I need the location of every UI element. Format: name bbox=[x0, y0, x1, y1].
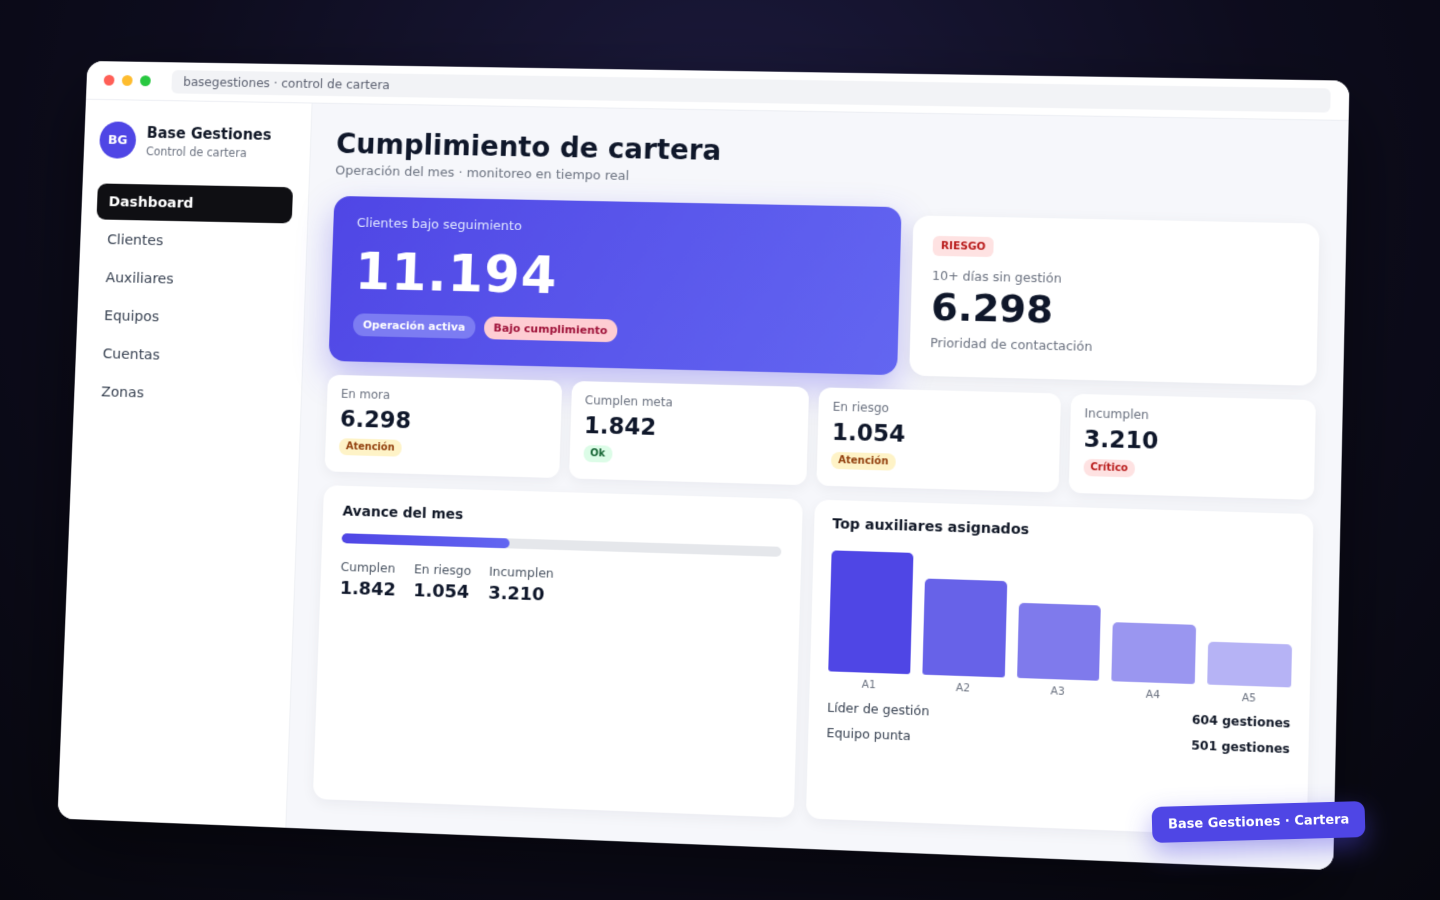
stat-card-en-mora: En mora 6.298 Atención bbox=[325, 375, 562, 478]
stat-value: 6.298 bbox=[340, 407, 547, 438]
stat-label: En riesgo bbox=[832, 400, 1045, 420]
close-window-icon[interactable] bbox=[104, 75, 115, 86]
status-pill-active: Operación activa bbox=[353, 313, 476, 339]
progress-stat-value: 3.210 bbox=[488, 583, 554, 606]
top-auxiliares-card: Top auxiliares asignados A1 A2 A3 A4 A5 Líde… bbox=[806, 500, 1314, 839]
progress-stat-value: 1.054 bbox=[413, 580, 471, 603]
stat-label: Cumplen meta bbox=[585, 393, 795, 412]
bar-a4[interactable] bbox=[1112, 622, 1197, 684]
progress-stat-incumplen: Incumplen 3.210 bbox=[488, 564, 554, 606]
leader-value: 604 gestiones bbox=[1192, 713, 1291, 732]
stat-label: En mora bbox=[341, 387, 548, 406]
bar-a1[interactable] bbox=[828, 550, 913, 674]
progress-stat-cumplen: Cumplen 1.842 bbox=[340, 559, 397, 601]
bar-a3[interactable] bbox=[1017, 603, 1102, 681]
team-label: Equipo punta bbox=[826, 725, 911, 743]
sidebar-nav: Dashboard Clientes Auxiliares Equipos Cu… bbox=[89, 183, 293, 415]
bar-column-a5 bbox=[1207, 642, 1292, 688]
stat-card-en-riesgo: En riesgo 1.054 Atención bbox=[816, 387, 1060, 492]
progress-title: Avance del mes bbox=[342, 504, 782, 533]
stat-value: 1.054 bbox=[832, 420, 1046, 452]
bar-label-a4: A4 bbox=[1111, 687, 1195, 702]
status-badge: Crítico bbox=[1083, 459, 1135, 478]
sidebar-item-dashboard[interactable]: Dashboard bbox=[96, 183, 293, 223]
stat-value: 1.842 bbox=[584, 413, 795, 445]
app-window: basegestiones · control de cartera BG Ba… bbox=[57, 61, 1349, 870]
progress-stat-value: 1.842 bbox=[340, 578, 396, 601]
status-badge: Atención bbox=[831, 452, 896, 471]
sidebar-item-zonas[interactable]: Zonas bbox=[89, 373, 286, 414]
risk-badge: RIESGO bbox=[933, 236, 994, 257]
footer-brand-label: Base Gestiones · Cartera bbox=[1168, 812, 1350, 832]
maximize-window-icon[interactable] bbox=[140, 75, 151, 86]
status-badge: Ok bbox=[583, 445, 612, 463]
progress-stat-label: En riesgo bbox=[414, 561, 472, 578]
progress-stat-label: Incumplen bbox=[489, 564, 554, 581]
bar-a5[interactable] bbox=[1207, 642, 1292, 688]
progress-stat-en-riesgo: En riesgo 1.054 bbox=[413, 561, 472, 603]
stat-card-cumplen-meta: Cumplen meta 1.842 Ok bbox=[569, 381, 810, 485]
hero-value: 11.194 bbox=[354, 242, 876, 313]
hero-label: Clientes bajo seguimiento bbox=[357, 216, 877, 242]
progress-track bbox=[342, 533, 782, 557]
brand-subtitle: Control de cartera bbox=[146, 144, 271, 160]
footer-brand-badge: Base Gestiones · Cartera bbox=[1152, 801, 1366, 843]
status-pill-low: Bajo cumplimiento bbox=[483, 316, 617, 342]
stat-card-incumplen: Incumplen 3.210 Crítico bbox=[1068, 394, 1316, 500]
sidebar: BG Base Gestiones Control de cartera Das… bbox=[57, 100, 312, 828]
risk-value: 6.298 bbox=[931, 285, 1298, 338]
bar-label-a1: A1 bbox=[828, 677, 910, 692]
team-row: Equipo punta 501 gestiones bbox=[826, 725, 1290, 757]
sidebar-item-clientes[interactable]: Clientes bbox=[95, 221, 292, 261]
hero-card: Clientes bajo seguimiento 11.194 Operaci… bbox=[329, 196, 902, 375]
bar-label-a5: A5 bbox=[1207, 691, 1291, 706]
team-value: 501 gestiones bbox=[1191, 738, 1290, 757]
stat-value: 3.210 bbox=[1084, 426, 1301, 458]
bar-chart bbox=[828, 546, 1294, 687]
progress-fill bbox=[342, 533, 510, 548]
leader-label: Líder de gestión bbox=[827, 700, 930, 719]
bar-a2[interactable] bbox=[922, 579, 1007, 678]
bar-column-a4 bbox=[1112, 622, 1197, 684]
stat-label: Incumplen bbox=[1084, 406, 1301, 426]
avatar: BG bbox=[99, 121, 137, 159]
brand: BG Base Gestiones Control de cartera bbox=[99, 121, 295, 162]
stat-cards: En mora 6.298 Atención Cumplen meta 1.84… bbox=[325, 375, 1316, 500]
main-content: Cumplimiento de cartera Operación del me… bbox=[286, 104, 1348, 871]
bar-label-a2: A2 bbox=[922, 681, 1005, 696]
bar-label-a3: A3 bbox=[1016, 684, 1099, 699]
risk-card: RIESGO 10+ días sin gestión 6.298 Priori… bbox=[909, 215, 1319, 385]
bar-column-a3 bbox=[1017, 603, 1102, 681]
minimize-window-icon[interactable] bbox=[122, 75, 133, 86]
sidebar-item-cuentas[interactable]: Cuentas bbox=[90, 335, 287, 376]
status-badge: Atención bbox=[339, 438, 402, 457]
risk-note: Prioridad de contactación bbox=[930, 335, 1296, 359]
address-text: basegestiones · control de cartera bbox=[183, 74, 390, 92]
bar-column-a2 bbox=[922, 579, 1007, 678]
top-auxiliares-title: Top auxiliares asignados bbox=[832, 516, 1294, 546]
brand-name: Base Gestiones bbox=[146, 124, 271, 144]
sidebar-item-equipos[interactable]: Equipos bbox=[92, 297, 289, 338]
progress-card: Avance del mes Cumplen 1.842 En riesgo 1… bbox=[313, 485, 803, 818]
progress-stat-label: Cumplen bbox=[340, 559, 396, 576]
bar-column-a1 bbox=[828, 550, 913, 674]
sidebar-item-auxiliares[interactable]: Auxiliares bbox=[93, 259, 290, 300]
